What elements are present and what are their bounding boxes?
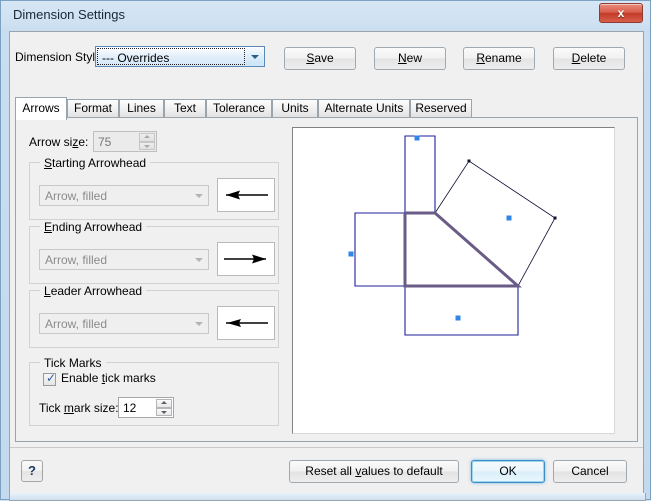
- arrow-left-filled-leader-icon: [226, 319, 268, 327]
- check-icon: ✓: [46, 371, 57, 385]
- arrow-size-decrement-button[interactable]: [139, 141, 155, 150]
- enable-tick-marks-label[interactable]: Enable tick marks: [61, 371, 156, 385]
- arrow-right-filled-icon: [224, 254, 266, 264]
- tab-arrows[interactable]: Arrows: [15, 97, 67, 120]
- tab-text[interactable]: Text: [164, 99, 206, 118]
- chevron-down-icon[interactable]: [190, 187, 207, 204]
- arrow-size-stepper[interactable]: 75: [93, 131, 157, 152]
- new-button[interactable]: New: [374, 47, 446, 70]
- arrow-size-spin-buttons[interactable]: [139, 133, 155, 150]
- chevron-down-icon[interactable]: [246, 48, 263, 65]
- tick-mark-size-decrement-button[interactable]: [156, 407, 172, 416]
- footer-divider: [10, 447, 643, 448]
- rename-button[interactable]: Rename: [463, 47, 535, 70]
- tab-label: Arrows: [22, 101, 60, 115]
- leader-arrowhead-combo[interactable]: Arrow, filled: [39, 313, 209, 334]
- ending-arrowhead-value: Arrow, filled: [45, 253, 108, 267]
- pythagoras-drawing: [348, 135, 557, 336]
- ending-arrowhead-group-label: Ending Arrowhead: [40, 220, 147, 234]
- ending-arrowhead-combo[interactable]: Arrow, filled: [39, 249, 209, 270]
- tab-label: Text: [173, 101, 196, 115]
- tick-mark-size-stepper[interactable]: 12: [118, 397, 174, 418]
- dimension-settings-dialog: Dimension Settings x Dimension Style: --…: [0, 0, 651, 501]
- dimension-style-focus-ring: --- Overrides: [97, 48, 245, 65]
- tick-mark-size-value: 12: [123, 401, 137, 415]
- chevron-down-glyph: [194, 193, 203, 198]
- arrow-size-value: 75: [98, 135, 112, 149]
- drawing-preview-panel[interactable]: [292, 127, 615, 434]
- tick-mark-size-spin-buttons[interactable]: [156, 399, 172, 416]
- help-button[interactable]: ?: [21, 460, 43, 482]
- tab-format[interactable]: Format: [67, 99, 119, 118]
- close-button[interactable]: x: [599, 3, 643, 23]
- tab-label: Units: [281, 101, 309, 115]
- tab-label: Lines: [127, 101, 156, 115]
- tab-label: Tolerance: [212, 101, 266, 115]
- dimension-style-value: --- Overrides: [102, 51, 170, 65]
- tab-lines[interactable]: Lines: [119, 99, 164, 118]
- dimension-style-combo[interactable]: --- Overrides: [95, 46, 265, 67]
- tab-units[interactable]: Units: [272, 99, 318, 118]
- cancel-button[interactable]: Cancel: [553, 460, 627, 483]
- starting-arrowhead-group-label: Starting Arrowhead: [40, 156, 151, 170]
- tick-mark-size-increment-button[interactable]: [156, 399, 172, 408]
- caret-up-icon: [161, 401, 167, 405]
- leader-arrowhead-group-label: Leader Arrowhead: [40, 284, 147, 298]
- starting-arrowhead-preview: [217, 178, 275, 212]
- enable-tick-marks-checkbox[interactable]: ✓: [43, 371, 57, 386]
- leader-arrowhead-preview: [217, 306, 275, 340]
- caret-down-icon: [144, 144, 150, 148]
- arrow-size-increment-button[interactable]: [139, 133, 155, 142]
- tick-marks-group-label: Tick Marks: [40, 356, 106, 370]
- tab-reserved[interactable]: Reserved: [410, 99, 472, 118]
- window-title: Dimension Settings: [13, 7, 125, 22]
- tab-label: Reserved: [415, 101, 467, 115]
- dimension-style-label: Dimension Style:: [15, 50, 106, 64]
- leader-arrowhead-value: Arrow, filled: [45, 317, 108, 331]
- tick-mark-size-label: Tick mark size:: [39, 401, 119, 415]
- delete-button[interactable]: Delete: [553, 47, 625, 70]
- chevron-down-glyph: [250, 54, 259, 59]
- chevron-down-glyph: [194, 321, 203, 326]
- reset-defaults-button[interactable]: Reset all values to default: [289, 460, 459, 483]
- chevron-down-icon[interactable]: [190, 315, 207, 332]
- starting-arrowhead-combo[interactable]: Arrow, filled: [39, 185, 209, 206]
- caret-down-icon: [161, 410, 167, 414]
- tab-label: Alternate Units: [324, 101, 404, 115]
- caret-up-icon: [144, 135, 150, 139]
- arrow-left-filled-icon: [226, 190, 268, 200]
- chevron-down-glyph: [194, 257, 203, 262]
- tab-tolerance[interactable]: Tolerance: [206, 99, 272, 118]
- arrow-size-label: Arrow size:: [29, 135, 89, 149]
- chevron-down-icon[interactable]: [190, 251, 207, 268]
- close-icon: x: [617, 6, 625, 20]
- tab-alternate-units[interactable]: Alternate Units: [318, 99, 410, 118]
- tab-label: Format: [73, 101, 112, 115]
- ok-button[interactable]: OK: [471, 460, 545, 483]
- title-bar: Dimension Settings x: [1, 1, 650, 31]
- save-button[interactable]: Save: [284, 47, 356, 70]
- ending-arrowhead-preview: [217, 242, 275, 276]
- starting-arrowhead-value: Arrow, filled: [45, 189, 108, 203]
